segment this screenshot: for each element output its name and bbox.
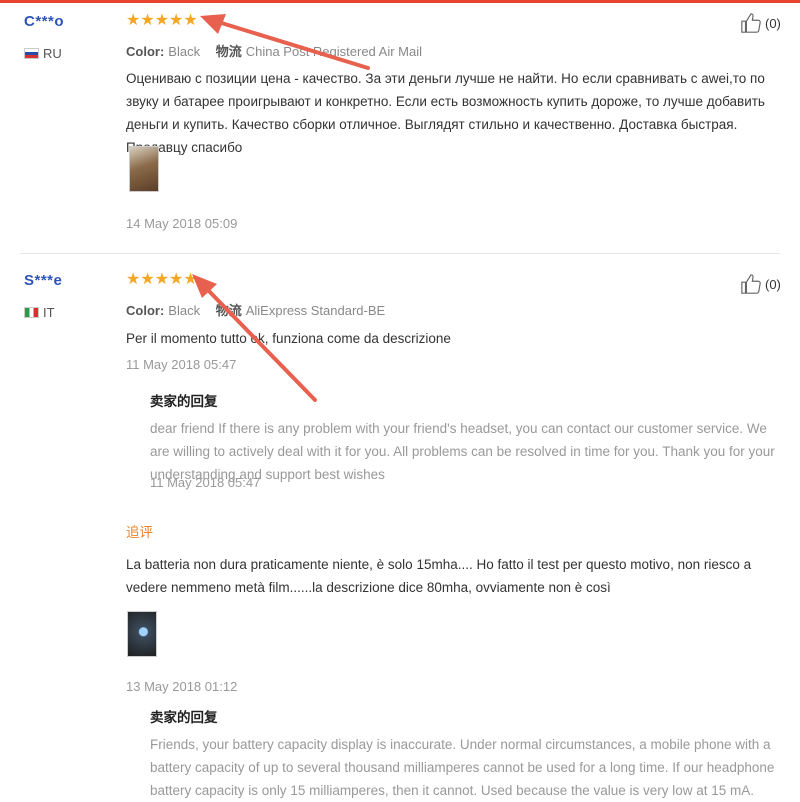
- like-button[interactable]: (0): [740, 273, 781, 295]
- review-date: 11 May 2018 05:47: [126, 357, 237, 372]
- top-accent-bar: [0, 0, 800, 3]
- reviewer-name[interactable]: S***e: [24, 272, 62, 289]
- review-photo-thumbnail[interactable]: [129, 146, 159, 192]
- thumbs-up-icon: [741, 274, 761, 294]
- review-meta: Color: Black 物流 AliExpress Standard-BE: [126, 300, 385, 319]
- reviewer-name[interactable]: C***o: [24, 13, 64, 30]
- review-text: Оцениваю с позиции цена - качество. За э…: [126, 71, 765, 155]
- reviewer-country: RU: [24, 46, 62, 61]
- color-label: Color:: [126, 44, 165, 59]
- color-label: Color:: [126, 303, 165, 318]
- color-value: Black: [168, 44, 201, 59]
- additional-review-text: La batteria non dura praticamente niente…: [126, 557, 752, 595]
- like-button[interactable]: (0): [740, 12, 781, 34]
- like-count: (0): [765, 276, 781, 292]
- color-value: Black: [168, 303, 201, 318]
- star-rating: ★★★★★: [126, 271, 198, 288]
- review-photo-thumbnail[interactable]: [127, 611, 157, 657]
- logistics-value: China Post Registered Air Mail: [245, 44, 423, 59]
- logistics-value: AliExpress Standard-BE: [245, 303, 386, 318]
- review-text: Per il momento tutto ok, funziona come d…: [126, 331, 451, 346]
- star-rating: ★★★★★: [126, 12, 198, 29]
- review-date: 14 May 2018 05:09: [126, 216, 238, 231]
- seller-reply-text: Friends, your battery capacity display i…: [150, 737, 775, 798]
- russia-flag-icon: [24, 48, 39, 59]
- seller-reply-date: 11 May 2018 05:47: [150, 475, 261, 490]
- additional-review-date: 13 May 2018 01:12: [126, 679, 238, 694]
- logistics-label: 物流: [215, 44, 242, 59]
- seller-reply-title: 卖家的回复: [150, 710, 218, 725]
- additional-review-label: 追评: [126, 525, 153, 540]
- italy-flag-icon: [24, 307, 39, 318]
- like-count: (0): [765, 15, 781, 31]
- seller-reply-title: 卖家的回复: [150, 394, 218, 409]
- country-code: RU: [43, 46, 62, 61]
- review-meta: Color: Black 物流 China Post Registered Air …: [126, 41, 422, 60]
- country-code: IT: [43, 305, 55, 320]
- reviewer-country: IT: [24, 305, 55, 320]
- logistics-label: 物流: [215, 303, 242, 318]
- review-divider: [20, 253, 780, 254]
- thumbs-up-icon: [741, 13, 761, 33]
